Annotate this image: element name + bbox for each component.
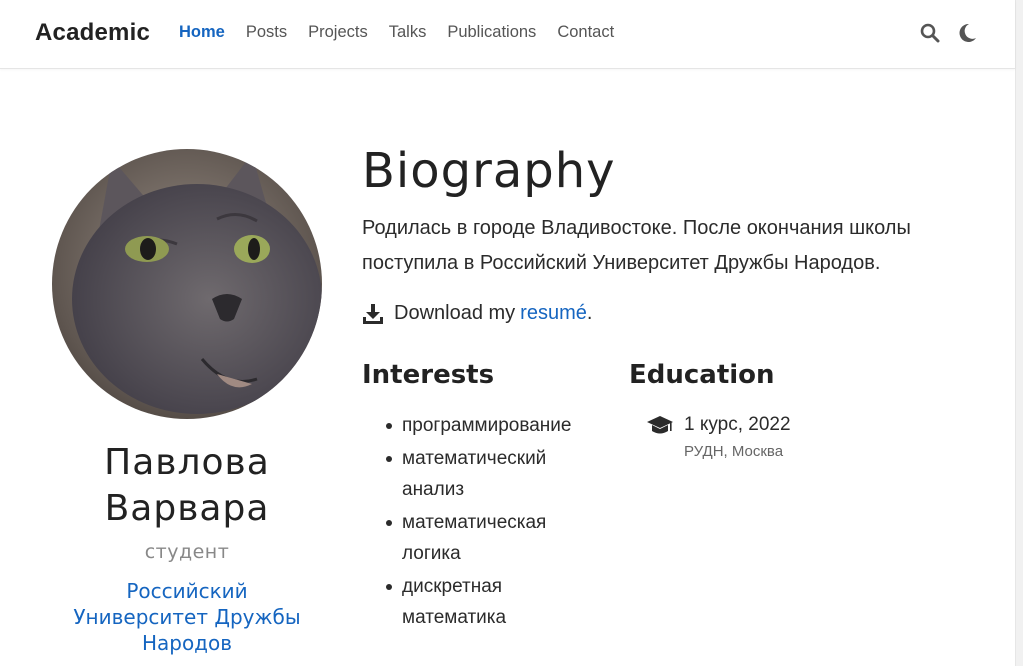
list-item: программирование — [362, 410, 602, 441]
nav-link-home[interactable]: Home — [179, 23, 225, 42]
download-resume: Download my resumé . — [362, 302, 592, 325]
search-icon[interactable] — [920, 22, 940, 44]
org-line2: Университет Дружбы — [73, 605, 301, 629]
download-prefix: Download my — [394, 302, 516, 324]
nav-links: Home Posts Projects Talks Publications C… — [179, 23, 635, 42]
resume-link[interactable]: resumé — [520, 302, 587, 325]
nav-link-talks[interactable]: Talks — [389, 23, 427, 42]
interest-text: логика — [402, 543, 461, 564]
interests-title: Interests — [362, 360, 495, 390]
biography-title: Biography — [362, 143, 616, 199]
org-line3: Народов — [141, 631, 233, 655]
scrollbar[interactable] — [1015, 0, 1023, 666]
profile-name: Павлова Варвара — [52, 440, 322, 532]
profile-organization-link[interactable]: Российский Университет Дружбы Народов — [52, 578, 322, 656]
download-suffix: . — [586, 302, 593, 324]
interests-list: программирование математический анализ м… — [362, 410, 602, 635]
avatar — [52, 149, 322, 419]
download-icon — [362, 303, 384, 325]
education-title: Education — [629, 360, 775, 390]
nav-link-posts[interactable]: Posts — [246, 23, 287, 42]
nav-tools — [920, 22, 978, 44]
nav-link-publications[interactable]: Publications — [447, 23, 536, 42]
education-institution: РУДН, Москва — [684, 443, 784, 460]
list-item: математический анализ — [362, 443, 602, 505]
nav-link-contact[interactable]: Contact — [557, 23, 614, 42]
education-degree: 1 курс, 2022 — [684, 414, 791, 435]
interest-text: математика — [402, 607, 507, 628]
graduation-cap-icon — [646, 415, 674, 439]
nav-link-projects[interactable]: Projects — [308, 23, 368, 42]
biography-text-line2: поступила в Российский Университет Дружб… — [362, 252, 881, 274]
moon-icon[interactable] — [958, 22, 978, 44]
profile-role: студент — [144, 541, 230, 563]
interest-text: математическая — [402, 512, 547, 533]
navbar: Academic Home Posts Projects Talks Publi… — [0, 0, 1015, 69]
brand-logo[interactable]: Academic — [35, 19, 150, 47]
list-item: математическая логика — [362, 507, 602, 569]
interest-text: анализ — [402, 479, 465, 500]
profile-name-line2: Варвара — [104, 488, 270, 529]
list-item: дискретная математика — [362, 571, 602, 633]
org-line1: Российский — [126, 579, 248, 603]
profile-name-line1: Павлова — [104, 442, 270, 483]
interest-text: математический — [402, 448, 547, 469]
biography-text: Родилась в городе Владивостоке. После ок… — [362, 211, 982, 281]
interest-text: дискретная — [402, 576, 503, 597]
interest-text: программирование — [402, 415, 572, 436]
biography-text-line1: Родилась в городе Владивостоке. После ок… — [362, 217, 911, 239]
education-item: 1 курс, 2022 РУДН, Москва — [646, 413, 791, 460]
